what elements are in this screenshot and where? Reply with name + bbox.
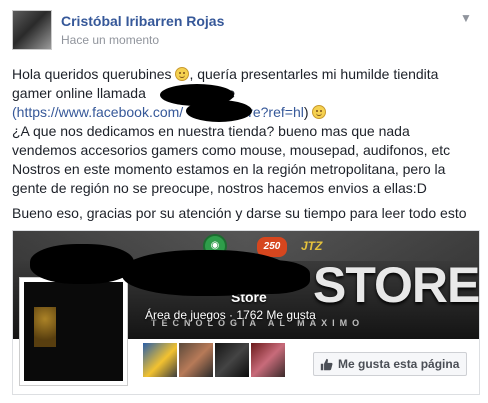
- post-line-1: Hola queridos querubines , quería presen…: [12, 65, 478, 84]
- cover-logo: JTZ: [301, 239, 323, 253]
- post-text: , quería presentarles mi humilde tiendit…: [189, 66, 439, 82]
- smiley-emoji-icon: [175, 67, 190, 81]
- cover-brand-text: STORE: [313, 257, 479, 313]
- chevron-down-icon[interactable]: ▼: [458, 10, 474, 26]
- thumbs-up-icon: [320, 358, 333, 370]
- post-header: Cristóbal Iribarren Rojas Hace un moment…: [12, 10, 472, 52]
- post-text: Hola queridos querubines: [12, 66, 172, 82]
- post-text: ¿A que nos dedicamos en nuestra tienda? …: [12, 123, 410, 139]
- post-line-2: gamer online llamada Store: [12, 84, 478, 103]
- like-page-button[interactable]: Me gusta esta página: [313, 352, 467, 376]
- post-text: ): [303, 104, 309, 120]
- post-text: gente de región no se preocupe, nostros …: [12, 180, 427, 196]
- redaction-mark: [30, 244, 134, 284]
- page-profile-picture[interactable]: [20, 278, 127, 385]
- post-text: Nostros en este momento estamos en la re…: [12, 161, 446, 177]
- friend-avatar[interactable]: [251, 343, 285, 377]
- post-timestamp[interactable]: Hace un momento: [61, 33, 159, 47]
- post-closing: Bueno eso, gracias por su atención y dar…: [12, 205, 467, 221]
- post-body: Hola queridos querubines , quería presen…: [12, 65, 478, 198]
- friend-avatar[interactable]: [143, 343, 177, 377]
- friends-who-like: [143, 343, 285, 379]
- redaction-mark: [186, 100, 252, 122]
- post-text: gamer online llamada: [12, 85, 146, 101]
- page-link[interactable]: (https://www.facebook.com/: [12, 104, 183, 120]
- post-text: vendemos accesorios gamers como mouse, m…: [12, 142, 451, 158]
- author-avatar[interactable]: [12, 10, 52, 50]
- friend-avatar[interactable]: [179, 343, 213, 377]
- friend-avatar[interactable]: [215, 343, 249, 377]
- smiley-emoji-icon: [312, 105, 327, 119]
- author-name[interactable]: Cristóbal Iribarren Rojas: [61, 13, 224, 29]
- page-category-likes: Área de juegos · 1762 Me gusta: [145, 308, 316, 322]
- redaction-mark: [214, 260, 310, 294]
- like-page-label: Me gusta esta página: [338, 357, 460, 371]
